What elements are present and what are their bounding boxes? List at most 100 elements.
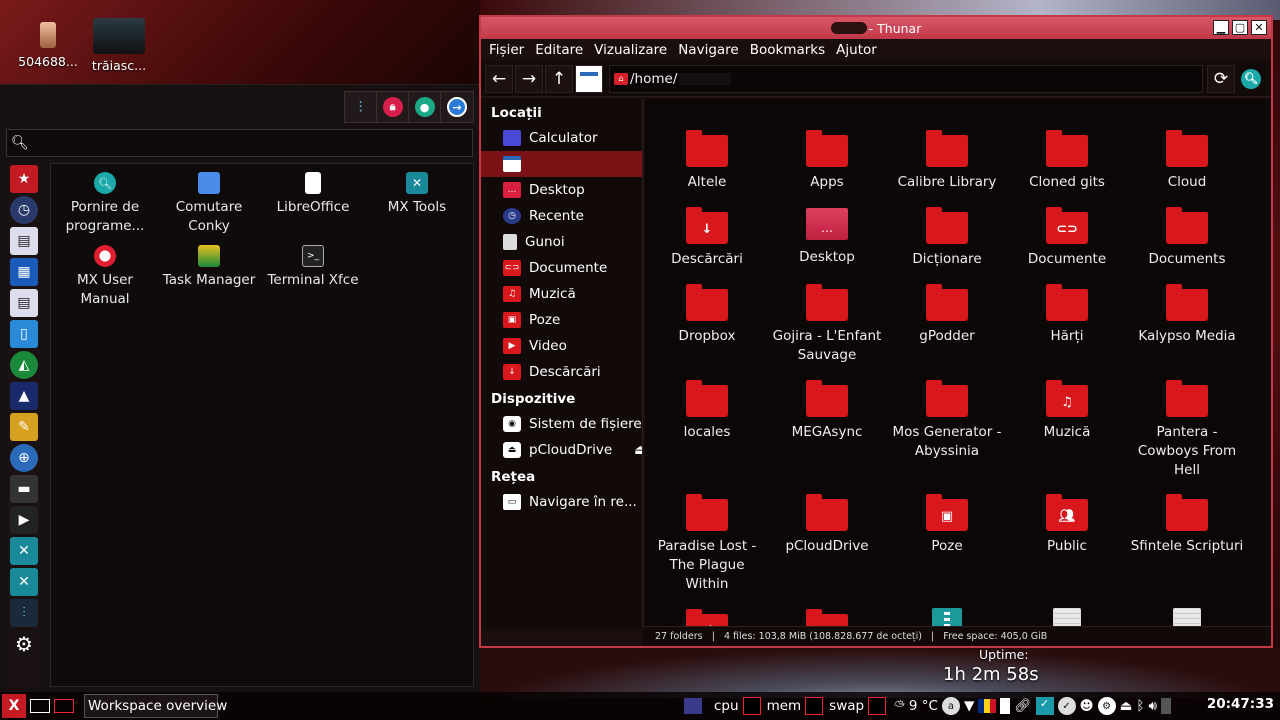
place-video[interactable]: ▶ Video: [481, 333, 642, 359]
network-wifi-icon[interactable]: ▼: [964, 698, 974, 714]
eject-icon[interactable]: ⏏: [634, 442, 642, 458]
swap-graph[interactable]: [868, 697, 887, 715]
toggle-path-button[interactable]: [575, 64, 603, 93]
multimedia-category-icon[interactable]: ▶: [10, 506, 38, 534]
a-indicator-icon[interactable]: a: [941, 697, 960, 715]
window-titlebar[interactable]: - Thunar ▁ ▢ ✕: [481, 17, 1271, 39]
steam-icon[interactable]: ⚙: [1097, 697, 1116, 715]
workspace-switch-icon[interactable]: [684, 698, 702, 714]
mem-graph[interactable]: [805, 697, 824, 715]
back-button[interactable]: ←: [485, 64, 513, 93]
place-pictures[interactable]: ▣ Poze: [481, 307, 642, 333]
eject-tray-icon[interactable]: ⏏: [1120, 698, 1133, 714]
menu-help[interactable]: Ajutor: [836, 42, 877, 58]
favorites-category-icon[interactable]: ★: [10, 165, 38, 193]
app-launcher-item[interactable]: LibreOffice: [261, 166, 365, 217]
app-launcher-item[interactable]: Comutare Conky: [157, 166, 261, 236]
games-category-icon[interactable]: ▬: [10, 475, 38, 503]
place-trash[interactable]: Gunoi: [481, 229, 642, 255]
check-icon[interactable]: ✓: [1057, 697, 1076, 715]
cpu-graph[interactable]: [742, 697, 761, 715]
notes-icon[interactable]: [1160, 698, 1171, 714]
internet-category-icon[interactable]: ⊕: [10, 444, 38, 472]
device-pclouddrive[interactable]: ⏏ pCloudDrive ⏏: [481, 437, 642, 463]
file-item[interactable]: Calibre Library: [889, 130, 1005, 192]
battery-icon[interactable]: [1000, 698, 1011, 714]
forward-button[interactable]: →: [515, 64, 543, 93]
file-item[interactable]: gPodder: [889, 284, 1005, 346]
settings-manager-button[interactable]: ⫶: [345, 92, 377, 122]
graphics-category-icon[interactable]: ✎: [10, 413, 38, 441]
menu-search-box[interactable]: 🔍︎: [6, 129, 473, 157]
mx-tools-category-icon[interactable]: ✕: [10, 537, 38, 565]
weather-temp[interactable]: 9 °C: [909, 698, 938, 714]
file-item[interactable]: ⊂⊃ Documente: [1009, 207, 1125, 269]
menu-edit[interactable]: Editare: [535, 42, 583, 58]
taskbar-button[interactable]: Workspace overview: [84, 694, 227, 718]
menu-bookmarks[interactable]: Bookmarks: [750, 42, 825, 58]
location-bar[interactable]: ⌂ /home/: [609, 64, 1203, 93]
system-category-icon[interactable]: ▤: [10, 289, 38, 317]
file-item[interactable]: pCloudDrive: [769, 494, 885, 556]
file-item[interactable]: Pantera - Cowboys From Hell: [1129, 380, 1245, 480]
file-item[interactable]: Hărți: [1009, 284, 1125, 346]
desktop-icon-image[interactable]: trăiasc...: [79, 18, 159, 73]
clipboard-icon[interactable]: 🔗︎: [1014, 698, 1031, 714]
file-item[interactable]: 👥︎ Public: [1009, 494, 1125, 556]
file-item[interactable]: Apps: [769, 130, 885, 192]
whisker-menu-button[interactable]: X: [2, 694, 26, 718]
file-item[interactable]: Dicționare: [889, 207, 1005, 269]
office-category-icon[interactable]: ▦: [10, 258, 38, 286]
place-desktop[interactable]: … Desktop: [481, 177, 642, 203]
place-computer[interactable]: Calculator: [481, 125, 642, 151]
file-item[interactable]: ↓ Descărcări: [649, 207, 765, 269]
close-button[interactable]: ✕: [1251, 20, 1267, 35]
reload-button[interactable]: ⟳: [1207, 64, 1235, 93]
place-documents[interactable]: ⊂⊃ Documente: [481, 255, 642, 281]
workspace-2[interactable]: [54, 699, 74, 713]
search-button[interactable]: 🔍︎: [1237, 65, 1265, 93]
keyboard-flag-icon[interactable]: [978, 699, 997, 713]
file-item[interactable]: Gojira - L'Enfant Sauvage: [769, 284, 885, 365]
bluetooth-icon[interactable]: ᛒ: [1136, 698, 1144, 714]
place-music[interactable]: ♫ Muzică: [481, 281, 642, 307]
settings-category-icon[interactable]: ⫶: [10, 599, 38, 627]
device-filesystem[interactable]: ◉ Sistem de fișiere: [481, 411, 642, 437]
desktop-icon-file[interactable]: 504688...: [8, 18, 88, 69]
menu-file[interactable]: Fișier: [489, 42, 524, 58]
file-item[interactable]: Cloud: [1129, 130, 1245, 192]
workspace-1[interactable]: [30, 699, 50, 713]
app-launcher-item[interactable]: MX User Manual: [53, 239, 157, 309]
file-item[interactable]: Kalypso Media: [1129, 284, 1245, 346]
file-item[interactable]: … Desktop: [769, 208, 885, 267]
recent-category-icon[interactable]: ◷: [10, 196, 38, 224]
up-button[interactable]: ↑: [545, 64, 573, 93]
place-recent[interactable]: ◷ Recente: [481, 203, 642, 229]
updater-icon[interactable]: ✓: [1035, 697, 1054, 715]
switch-user-button[interactable]: ●: [409, 92, 441, 122]
app-launcher-item[interactable]: 🔍︎ Pornire de programe...: [53, 166, 157, 236]
maximize-button[interactable]: ▢: [1232, 20, 1248, 35]
menu-view[interactable]: Vizualizare: [594, 42, 667, 58]
file-item[interactable]: Sfintele Scripturi: [1129, 494, 1245, 556]
minimize-button[interactable]: ▁: [1213, 20, 1229, 35]
app-launcher-item[interactable]: Task Manager: [157, 239, 261, 290]
app-launcher-item[interactable]: >_ Terminal Xfce: [261, 239, 365, 290]
lock-screen-button[interactable]: 🔒︎: [377, 92, 409, 122]
place-home[interactable]: [481, 151, 642, 177]
development-category-icon[interactable]: ◭: [10, 351, 38, 379]
volume-icon[interactable]: 🔊︎: [1148, 698, 1157, 714]
education-category-icon[interactable]: ▲: [10, 382, 38, 410]
clock[interactable]: 20:47:33: [1207, 696, 1274, 712]
file-item[interactable]: Dropbox: [649, 284, 765, 346]
file-item[interactable]: ♫ Muzică: [1009, 380, 1125, 442]
file-item[interactable]: Altele: [649, 130, 765, 192]
app-launcher-item[interactable]: ✕ MX Tools: [365, 166, 469, 217]
menu-search-input[interactable]: [34, 135, 472, 151]
file-item[interactable]: Paradise Lost - The Plague Within: [649, 494, 765, 594]
menu-go[interactable]: Navigare: [678, 42, 739, 58]
accessories-category-icon[interactable]: ▤: [10, 227, 38, 255]
file-item[interactable]: ▣ Poze: [889, 494, 1005, 556]
all-settings-category-icon[interactable]: ⚙: [10, 630, 38, 658]
file-item[interactable]: Cloned gits: [1009, 130, 1125, 192]
